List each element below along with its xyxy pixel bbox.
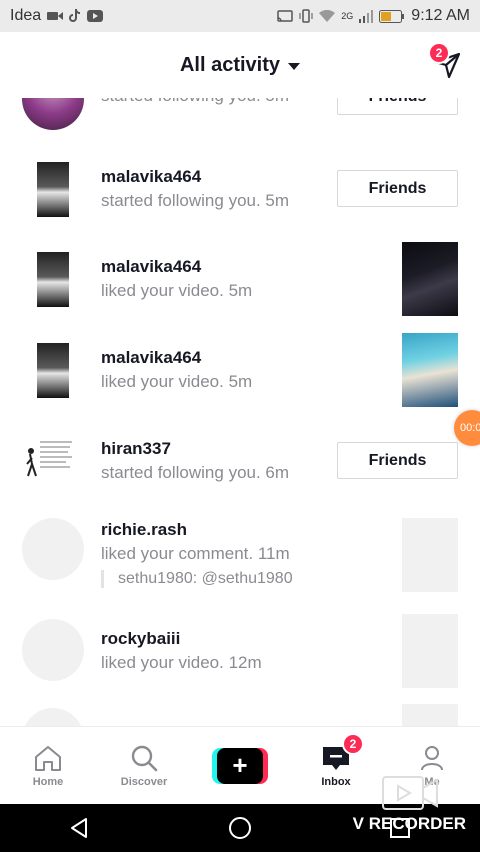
video-thumbnail[interactable] (402, 242, 458, 316)
username[interactable]: rockybaiii (101, 629, 262, 649)
signal-type-label: 2G (341, 11, 354, 21)
nav-inbox[interactable]: Inbox 2 (288, 727, 384, 804)
username[interactable]: hiran337 (101, 439, 289, 459)
inbox-count-badge: 2 (342, 733, 364, 755)
video-thumbnail[interactable] (402, 614, 458, 688)
username[interactable]: malavika464 (101, 348, 252, 368)
activity-description: liked your video. 5m (101, 281, 253, 300)
activity-text: started following you. 5m (101, 98, 289, 106)
video-thumbnail[interactable] (402, 704, 458, 726)
activity-filter-dropdown[interactable]: All activity (179, 53, 301, 77)
list-item[interactable]: rockybaiii liked your video. 12m (0, 614, 480, 690)
list-item[interactable]: richie.rash liked your comment. 11m seth… (0, 518, 480, 598)
avatar[interactable] (22, 434, 77, 489)
status-left: Idea (10, 7, 104, 25)
plus-icon: + (217, 747, 263, 784)
friends-button[interactable]: Friends (337, 98, 458, 115)
activity-text: malavika464 started following you. 5m (101, 167, 289, 211)
status-right: 2G 9:12 AM (277, 7, 470, 25)
list-item[interactable]: started following you. 5m Friends (0, 98, 480, 150)
activity-description: liked your comment. 11m (101, 544, 290, 563)
tiktok-icon (69, 9, 81, 23)
caret-down-icon (288, 62, 301, 70)
username[interactable]: malavika464 (101, 257, 252, 277)
activity-text: malavika464 liked your video. 5m (101, 257, 252, 301)
dm-count-badge: 2 (428, 42, 450, 64)
activity-description: started following you. 5m (101, 98, 289, 106)
nav-home[interactable]: Home (0, 727, 96, 804)
nav-home-label: Home (32, 775, 64, 788)
activity-header: All activity 2 (0, 32, 480, 98)
video-thumbnail[interactable] (402, 518, 458, 592)
carrier-label: Idea (10, 7, 42, 24)
screen: Idea 2G 9:12 AM All activity 2 malavika4… (0, 0, 480, 852)
list-item[interactable] (0, 704, 480, 726)
friends-button[interactable]: Friends (337, 170, 458, 207)
back-icon[interactable] (68, 816, 92, 840)
list-item[interactable]: malavika464 liked your video. 5m (0, 242, 480, 318)
nav-discover[interactable]: Discover (96, 727, 192, 804)
avatar[interactable] (37, 343, 69, 398)
username[interactable]: malavika464 (101, 167, 289, 187)
signal-icon (359, 9, 374, 23)
avatar[interactable] (37, 252, 69, 307)
activity-description: started following you. 6m (101, 463, 290, 482)
nav-inbox-label: Inbox (321, 775, 351, 788)
battery-icon (379, 9, 405, 23)
avatar[interactable] (22, 619, 84, 681)
recorder-watermark-icon (382, 776, 438, 815)
vibrate-icon (299, 9, 313, 23)
activity-feed: started following you. 5m Friends malavi… (0, 98, 480, 726)
profile-icon (421, 745, 443, 770)
video-thumbnail[interactable] (402, 333, 458, 407)
friends-button[interactable]: Friends (337, 442, 458, 479)
activity-text: malavika464 liked your video. 5m (101, 348, 252, 392)
nav-create[interactable]: + (192, 727, 288, 804)
avatar[interactable] (22, 708, 84, 726)
create-button[interactable]: + (212, 747, 268, 784)
activity-description: liked your video. 5m (101, 372, 253, 391)
activity-text: richie.rash liked your comment. 11m (101, 520, 290, 564)
list-item[interactable]: malavika464 started following you. 5m Fr… (0, 162, 480, 218)
sketch-image (26, 441, 72, 477)
username[interactable]: richie.rash (101, 520, 290, 540)
cast-icon (277, 9, 294, 23)
status-time: 9:12 AM (411, 7, 470, 24)
comment-quote: sethu1980: @sethu1980 (101, 570, 293, 588)
activity-text: hiran337 started following you. 6m (101, 439, 289, 483)
video-call-icon (47, 10, 64, 22)
avatar[interactable] (22, 98, 84, 130)
youtube-icon (87, 10, 104, 22)
wifi-icon (319, 9, 336, 23)
nav-discover-label: Discover (120, 775, 168, 788)
avatar[interactable] (22, 518, 84, 580)
page-title: All activity (179, 53, 281, 76)
home-icon (35, 745, 61, 771)
recorder-watermark-text: V RECORDER (352, 814, 466, 833)
search-icon (131, 745, 158, 771)
list-item[interactable]: malavika464 liked your video. 5m (0, 333, 480, 409)
home-circle-icon[interactable] (228, 816, 252, 840)
activity-description: started following you. 5m (101, 191, 290, 210)
activity-text: rockybaiii liked your video. 12m (101, 629, 262, 673)
activity-description: liked your video. 12m (101, 653, 262, 672)
list-item[interactable]: hiran337 started following you. 6m Frien… (0, 434, 480, 490)
status-bar: Idea 2G 9:12 AM (0, 0, 480, 32)
avatar[interactable] (37, 162, 69, 217)
